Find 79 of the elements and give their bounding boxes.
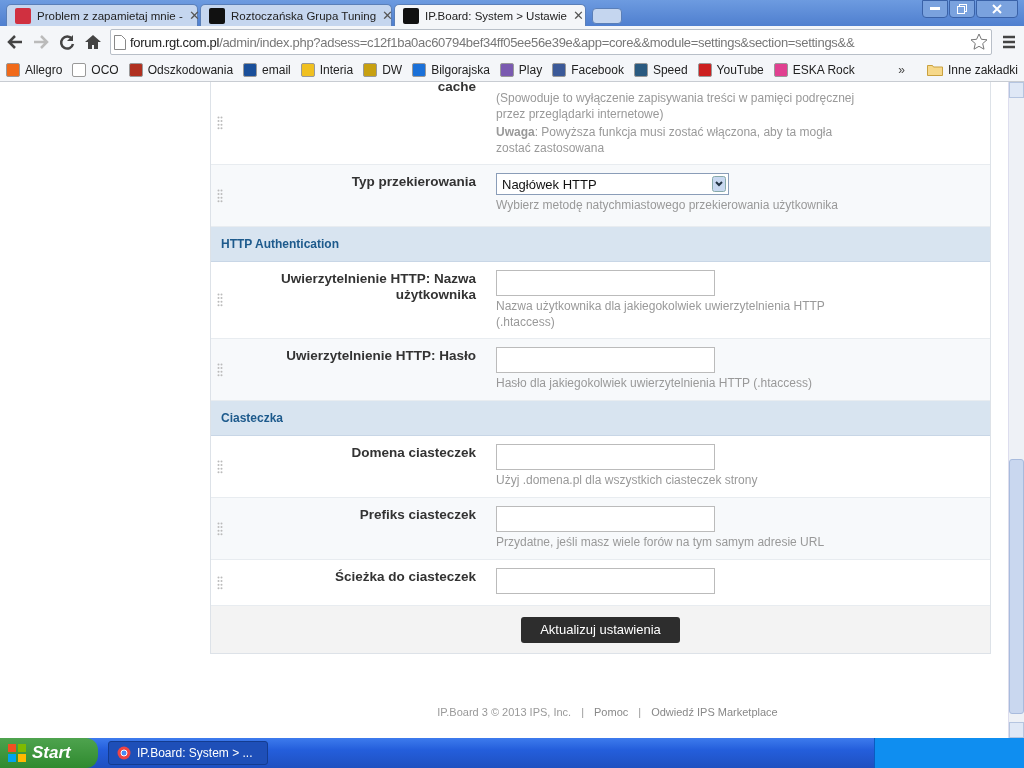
bookmark-link[interactable]: email [243,62,291,77]
drag-handle-icon[interactable] [217,116,223,130]
footer-link[interactable]: Odwiedź IPS Marketplace [651,706,778,718]
scroll-down-button[interactable] [1009,722,1024,738]
overflow-chevron[interactable]: » [898,62,905,77]
text-input[interactable] [496,568,715,594]
text-input[interactable] [496,444,715,470]
home-icon[interactable] [84,33,102,51]
scrollbar[interactable] [1008,82,1024,738]
setting-label: Ścieżka do ciasteczek [333,568,477,586]
text-input[interactable] [496,506,715,532]
minimize-button[interactable] [922,0,948,18]
setting-description: (Spowoduje to wyłączenie zapisywania treści w pamięci podręcznej przez przeglądarki internetowe) [496,90,856,122]
close-icon[interactable]: ✕ [573,8,584,23]
redirect-dropdown[interactable]: Nagłówek HTTP [496,173,729,195]
drag-handle-icon[interactable] [217,362,223,377]
minimize-icon [930,7,940,11]
star-icon[interactable] [970,33,988,51]
menu-icon[interactable] [1000,33,1018,51]
update-settings-button[interactable]: Aktualizuj ustawienia [521,616,680,643]
setting-description: Użyj .domena.pl dla wszystkich ciasteczek strony [496,472,759,488]
scroll-thumb[interactable] [1009,459,1024,714]
copyright-text: IP.Board 3 © 2013 IPS, Inc. [437,706,572,718]
drag-handle-icon[interactable] [217,293,223,307]
restore-button[interactable] [949,0,975,18]
page-icon [114,34,126,50]
bookmark-link[interactable]: DW [363,62,403,77]
setting-description: Hasło dla jakiegokolwiek uwierzytelnienia HTTP (.htaccess) [496,375,813,391]
bookmark-link[interactable]: YouTube [697,62,764,77]
bookmark-link[interactable]: Odszkodowania [128,62,234,77]
bookmark-link[interactable]: Bilgorajska [412,62,490,77]
separator-text: | [638,706,642,718]
new-tab-button[interactable] [592,8,622,24]
browser-tab[interactable]: IP.Board: System > Ustawie ✕ [394,4,586,26]
bookmark-link[interactable]: ESKA Rock [773,62,855,77]
setting-label: Uwierzytelnienie HTTP: Nazwa użytkownika [279,270,477,304]
drag-handle-icon[interactable] [217,459,223,474]
browser-tab[interactable]: Roztoczańska Grupa Tuning ✕ [200,4,392,26]
text-input[interactable] [496,347,715,373]
bookmark-link[interactable]: Speed [633,62,688,77]
separator-text: | [581,706,585,718]
reload-icon[interactable] [58,33,76,51]
restore-icon [957,4,967,14]
drag-handle-icon[interactable] [217,575,223,590]
setting-label: Uwierzytelnienie HTTP: Hasło [285,347,477,365]
windows-logo-icon [8,744,26,762]
close-icon[interactable]: ✕ [382,8,394,23]
setting-description: Wybierz metodę natychmiastowego przekierowania użytkownika [496,197,840,213]
drag-handle-icon[interactable] [217,521,223,536]
setting-label: Typ przekierowania [350,173,477,191]
caret-icon [712,176,726,192]
forward-icon[interactable] [32,33,50,51]
scroll-up-button[interactable] [1009,82,1024,98]
taskbar-window-button[interactable]: IP.Board: System > ... [108,741,268,765]
bookmark-folder[interactable]: Inne zakładki [926,62,1018,77]
section-header: HTTP Authentication [211,227,990,262]
bookmark-link[interactable]: OCO [72,62,119,77]
bookmark-link[interactable]: Allegro [6,62,63,77]
setting-description: Przydatne, jeśli masz wiele forów na tym samym adresie URL [496,534,826,550]
section-header: Ciasteczka [211,401,990,436]
drag-handle-icon[interactable] [217,188,223,203]
text-input[interactable] [496,270,715,296]
close-icon [992,4,1002,14]
bookmark-link[interactable]: Play [499,62,543,77]
setting-label: cache [436,82,477,96]
browser-icon [117,746,131,760]
folder-icon [926,63,943,76]
back-icon[interactable] [6,33,24,51]
setting-label: Prefiks ciasteczek [358,506,477,524]
start-button[interactable]: Start [0,738,98,768]
address-bar[interactable]: forum.rgt.com.pl/admin/index.php?adsess=c12f1ba0ac60794bef34ff05ee56e39e&app=core&&module=settings&section=settings&& [110,29,992,55]
close-button[interactable] [976,0,1018,18]
setting-description: Uwaga: Powyższa funkcja musi zostać włączona, aby ta mogła zostać zastosowana [496,124,834,156]
setting-label: Domena ciasteczek [350,444,477,462]
setting-description: Nazwa użytkownika dla jakiegokolwiek uwierzytelnienia HTTP (.htaccess) [496,298,826,330]
bookmark-link[interactable]: Interia [300,62,354,77]
url-text: forum.rgt.com.pl/admin/index.php?adsess=c12f1ba0ac60794bef34ff05ee56e39e&app=core&&module=settings&section=settings&& [130,34,855,50]
bookmark-link[interactable]: Facebook [552,62,624,77]
footer-link[interactable]: Pomoc [594,706,629,718]
